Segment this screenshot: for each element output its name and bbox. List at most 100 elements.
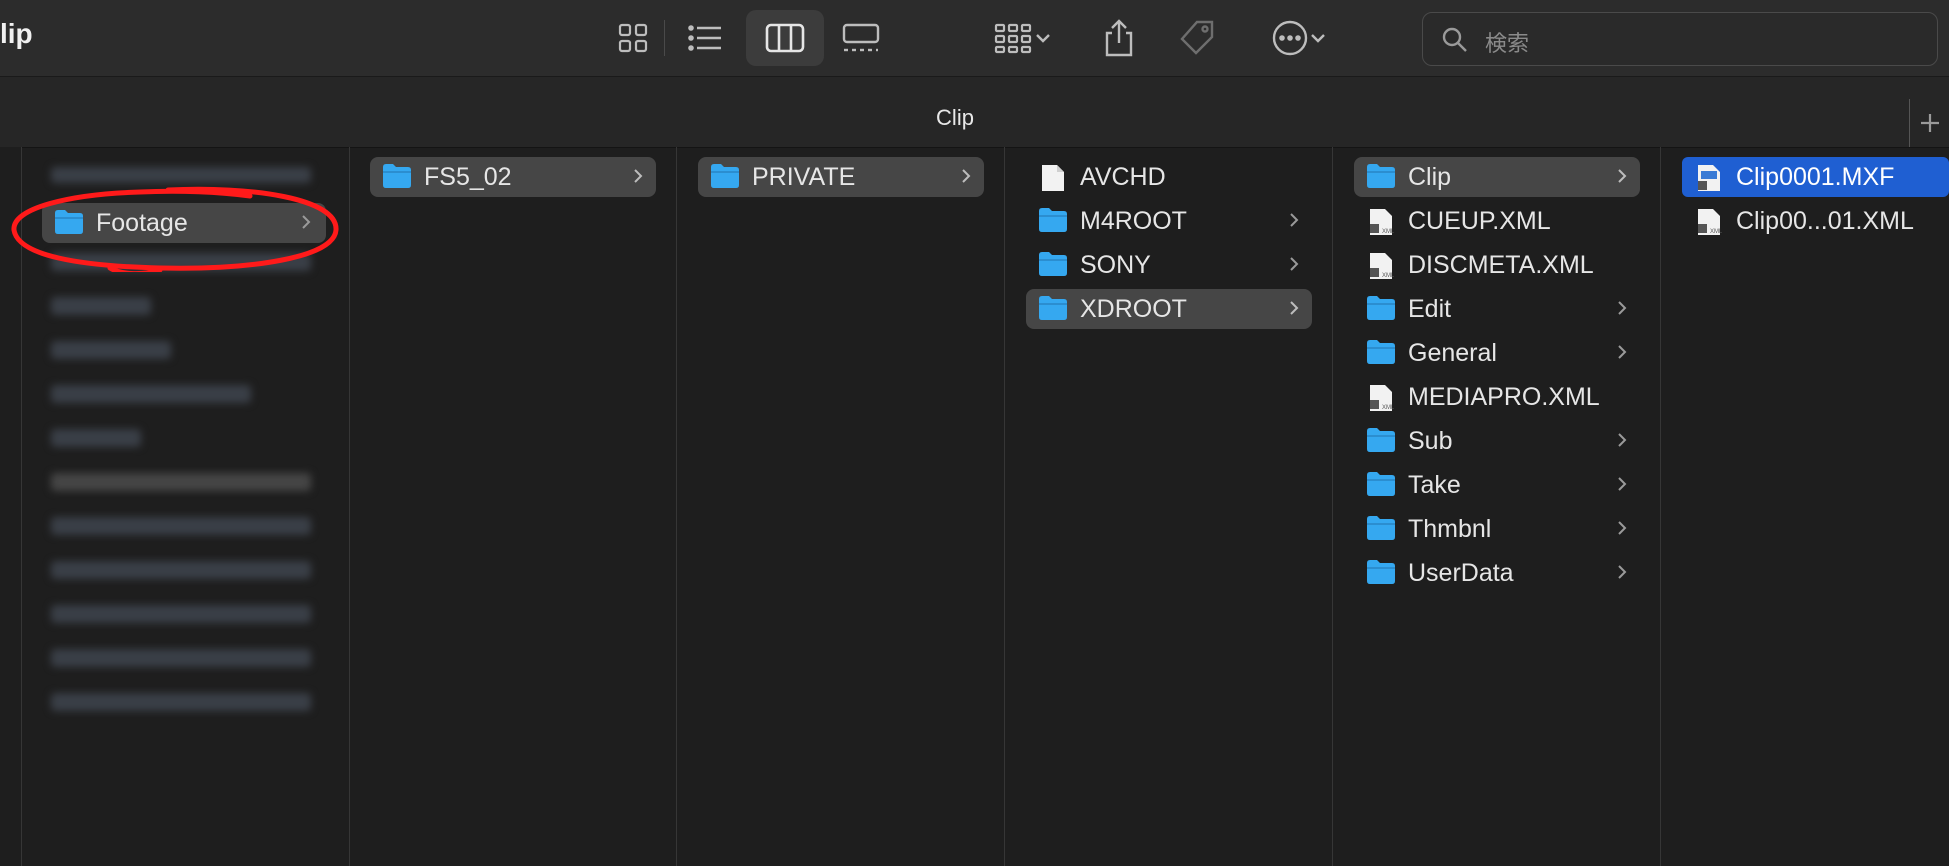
item-label: MEDIAPRO.XML — [1408, 383, 1600, 411]
chevron-right-icon — [1618, 169, 1627, 183]
folder-icon — [1367, 560, 1395, 584]
list-item[interactable]: XML MEDIAPRO.XML — [1354, 377, 1640, 417]
toolbar-separator — [664, 20, 665, 56]
svg-text:XML: XML — [1382, 405, 1394, 411]
tab-clip[interactable]: Clip — [0, 105, 1910, 131]
list-item[interactable]: Edit — [1354, 289, 1640, 329]
svg-text:XML: XML — [1382, 273, 1394, 279]
ellipsis-circle-icon — [1272, 20, 1308, 56]
list-item[interactable]: Clip — [1354, 157, 1640, 197]
mxf-file-icon — [1698, 165, 1720, 191]
column-5: Clip0001.MXF XML Clip00...01.XML — [1660, 147, 1949, 866]
icon-view-grid-button[interactable] — [612, 10, 654, 66]
document-icon — [1042, 165, 1064, 191]
list-item[interactable]: Take — [1354, 465, 1640, 505]
search-placeholder: 検索 — [1485, 31, 1530, 56]
list-item[interactable]: SONY — [1026, 245, 1312, 285]
icon-view-gallery-button[interactable] — [838, 10, 884, 66]
chevron-down-icon — [1311, 34, 1325, 43]
column-4: Clip XML CUEUP.XML XML DISCMETA.XML Edit… — [1332, 147, 1661, 866]
list-item[interactable]: Clip0001.MXF — [1682, 157, 1949, 197]
share-icon — [1105, 19, 1133, 57]
column-browser: Footage FS5_02 PRIVATE AVCHD M4ROOT SONY… — [0, 147, 1949, 866]
folder-icon — [1039, 252, 1067, 276]
window-title: lip — [0, 18, 33, 49]
sidebar-item-footage[interactable]: Footage — [42, 203, 326, 243]
item-label: AVCHD — [1080, 163, 1166, 191]
item-label: DISCMETA.XML — [1408, 251, 1594, 279]
chevron-right-icon — [1290, 213, 1299, 227]
folder-icon — [1367, 296, 1395, 320]
folder-icon — [1367, 340, 1395, 364]
icon-view-grid-icon — [618, 23, 648, 53]
column-3: AVCHD M4ROOT SONY XDROOT — [1004, 147, 1333, 866]
chevron-right-icon — [1618, 433, 1627, 447]
xml-file-icon: XML — [1370, 253, 1394, 279]
chevron-right-icon — [1618, 521, 1627, 535]
item-label: Sub — [1408, 427, 1453, 455]
svg-text:XML: XML — [1382, 229, 1394, 235]
xml-file-icon: XML — [1698, 209, 1722, 235]
search-field[interactable]: 検索 — [1422, 12, 1938, 66]
list-item[interactable]: UserData — [1354, 553, 1640, 593]
item-label: UserData — [1408, 559, 1514, 587]
tag-icon — [1180, 20, 1214, 55]
xml-file-icon: XML — [1370, 209, 1394, 235]
item-label: Edit — [1408, 295, 1452, 323]
group-by-button[interactable] — [986, 10, 1060, 66]
chevron-right-icon — [962, 169, 971, 183]
icon-view-columns-icon — [765, 23, 805, 53]
list-item[interactable]: AVCHD — [1026, 157, 1312, 197]
list-item[interactable]: XML DISCMETA.XML — [1354, 245, 1640, 285]
new-tab-button[interactable] — [1909, 99, 1949, 147]
item-label: Clip — [1408, 163, 1452, 191]
tag-button[interactable] — [1176, 10, 1218, 66]
plus-icon — [1921, 114, 1939, 132]
sidebar-edge — [0, 147, 22, 866]
list-item[interactable]: XML CUEUP.XML — [1354, 201, 1640, 241]
chevron-right-icon — [302, 215, 311, 229]
tab-bar: Clip — [0, 76, 1949, 148]
toolbar: lip 検索 — [0, 0, 1949, 76]
folder-icon — [1367, 164, 1395, 188]
chevron-right-icon — [1618, 345, 1627, 359]
list-item[interactable]: Thmbnl — [1354, 509, 1640, 549]
list-item[interactable]: Sub — [1354, 421, 1640, 461]
folder-icon — [1039, 296, 1067, 320]
item-label: General — [1408, 339, 1497, 367]
item-label: Thmbnl — [1408, 515, 1492, 543]
chevron-right-icon — [1618, 301, 1627, 315]
chevron-right-icon — [1618, 565, 1627, 579]
chevron-down-icon — [1036, 34, 1050, 43]
list-item[interactable]: XDROOT — [1026, 289, 1312, 329]
group-icon — [994, 23, 1032, 54]
list-item[interactable]: XML Clip00...01.XML — [1682, 201, 1949, 241]
search-icon — [1442, 27, 1467, 52]
folder-icon — [1367, 472, 1395, 496]
svg-text:XML: XML — [1710, 229, 1722, 235]
icon-view-columns-button[interactable] — [746, 10, 824, 66]
list-item[interactable]: PRIVATE — [698, 157, 984, 197]
list-item[interactable]: M4ROOT — [1026, 201, 1312, 241]
share-button[interactable] — [1098, 10, 1140, 66]
item-label: Take — [1408, 471, 1461, 499]
folder-icon — [383, 164, 411, 188]
folder-icon — [1039, 208, 1067, 232]
folder-icon — [1367, 516, 1395, 540]
sidebar-column: Footage — [21, 147, 350, 866]
icon-view-list-button[interactable] — [684, 10, 726, 66]
chevron-right-icon — [1290, 257, 1299, 271]
list-item[interactable]: FS5_02 — [370, 157, 656, 197]
more-actions-button[interactable] — [1262, 10, 1336, 66]
column-2: PRIVATE — [676, 147, 1005, 866]
chevron-right-icon — [1618, 477, 1627, 491]
item-label: CUEUP.XML — [1408, 207, 1551, 235]
chevron-right-icon — [634, 169, 643, 183]
sidebar-item-label: Footage — [96, 209, 188, 237]
list-item[interactable]: General — [1354, 333, 1640, 373]
item-label: XDROOT — [1080, 295, 1187, 323]
item-label: FS5_02 — [424, 163, 512, 191]
xml-file-icon: XML — [1370, 385, 1394, 411]
folder-icon — [711, 164, 739, 188]
item-label: Clip0001.MXF — [1736, 163, 1895, 191]
